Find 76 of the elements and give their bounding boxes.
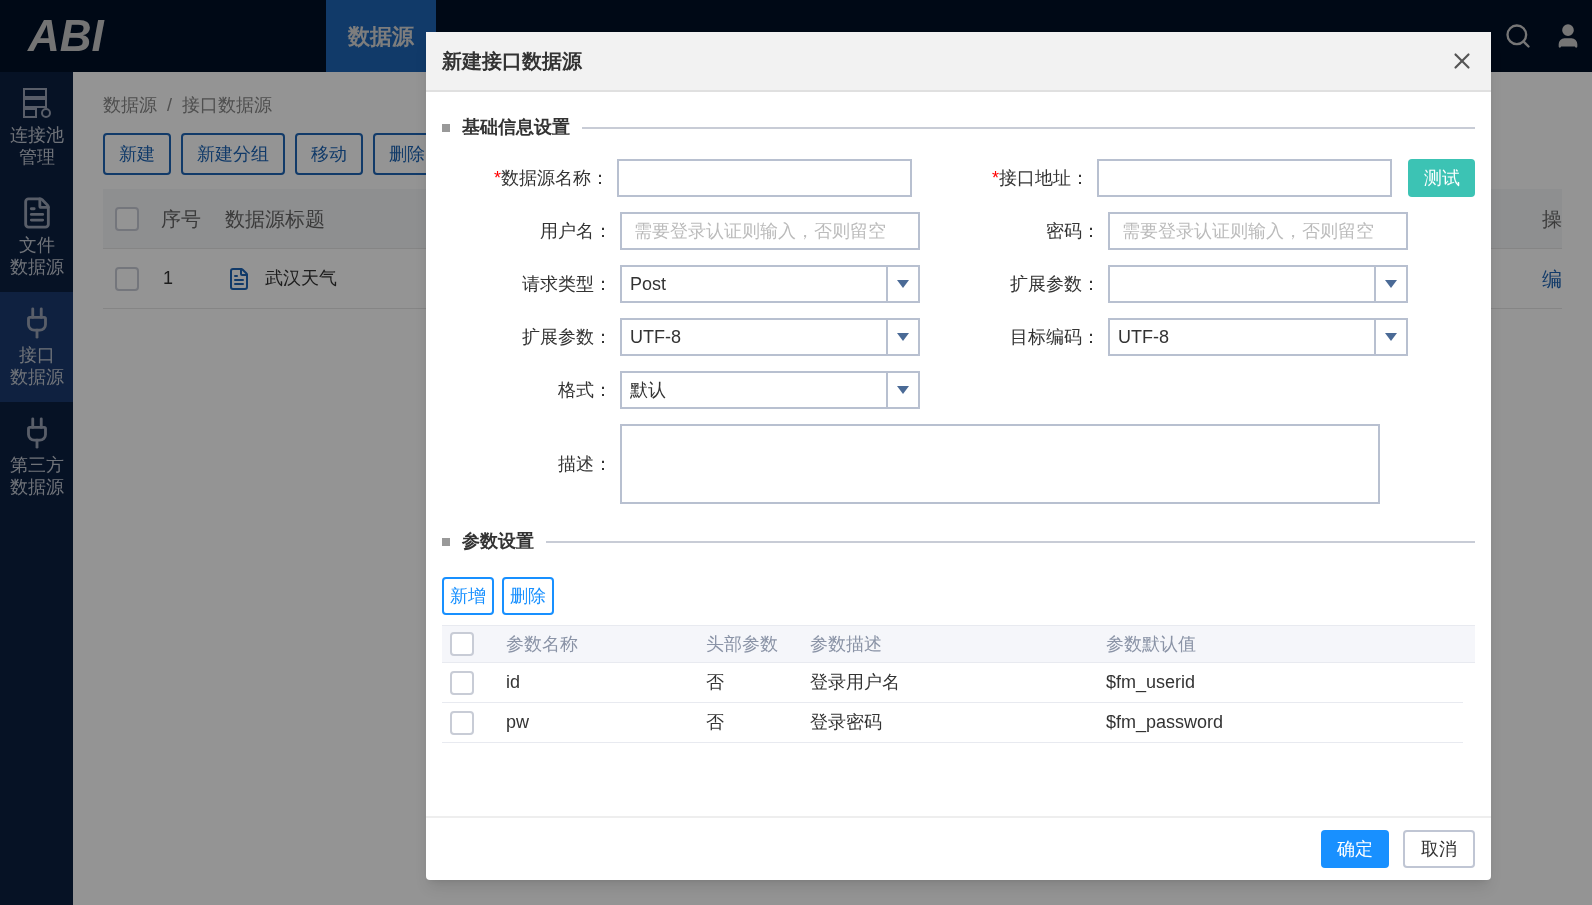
field-label: 目标编码：: [1010, 325, 1100, 349]
checkbox[interactable]: [450, 670, 474, 695]
test-button[interactable]: 测试: [1408, 159, 1475, 197]
dialog-title: 新建接口数据源: [442, 49, 583, 74]
sidebar-item[interactable]: 文件 数据源: [0, 182, 73, 292]
table-cell-text: id: [506, 671, 521, 694]
caret-icon: [897, 386, 909, 394]
section-title: 基础信息设置: [462, 116, 570, 139]
table-cell-text: 登录用户名: [810, 671, 901, 694]
field-label: 密码：: [1046, 219, 1100, 243]
table-cell-text: 武汉天气: [265, 267, 337, 290]
table-cell-text: $fm_password: [1106, 711, 1224, 735]
toolbar-button[interactable]: 新建分组: [181, 133, 285, 175]
column-header: 参数名称: [506, 632, 579, 656]
select-field[interactable]: UTF-8: [620, 318, 920, 356]
select-all-checkbox[interactable]: [115, 206, 139, 231]
checkbox[interactable]: [115, 266, 139, 291]
checkbox[interactable]: [450, 710, 474, 735]
section-square-icon: [442, 537, 450, 546]
confirm-button[interactable]: 确定: [1321, 830, 1389, 868]
sidebar-item[interactable]: 连接池 管理: [0, 72, 73, 182]
param-button[interactable]: 删除: [502, 577, 554, 615]
table-cell-text: 1: [163, 267, 174, 290]
table-cell-text: 登录密码: [810, 711, 883, 734]
field-label: 描述：: [558, 452, 612, 476]
table-cell-text: $fm_userid: [1106, 671, 1196, 695]
select-all-checkbox[interactable]: [450, 632, 474, 656]
breadcrumb-link[interactable]: 数据源: [103, 92, 157, 119]
param-button[interactable]: 新增: [442, 577, 494, 615]
input-field[interactable]: 需要登录认证则输入，否则留空: [1108, 212, 1408, 250]
column-header: 头部参数: [706, 632, 779, 656]
logo: ABI: [26, 10, 106, 62]
sidebar-item[interactable]: 接口 数据源: [0, 292, 73, 402]
sidebar-label: 第三方 数据源: [9, 454, 64, 498]
column-header: 参数默认值: [1106, 632, 1196, 656]
section-square-icon: [442, 123, 450, 132]
edit-link[interactable]: 编: [1542, 263, 1562, 294]
section-title: 参数设置: [462, 530, 534, 553]
input-field[interactable]: [1097, 159, 1393, 197]
field-label: *数据源名称：: [493, 166, 609, 190]
caret-icon: [897, 333, 909, 341]
breadcrumb-separator: /: [167, 94, 172, 117]
table-cell-text: 否: [706, 671, 725, 694]
sidebar-label: 文件 数据源: [9, 234, 64, 278]
caret-icon: [897, 280, 909, 288]
input-field[interactable]: [616, 159, 913, 197]
field-label: 用户名：: [540, 219, 612, 243]
breadcrumb-link[interactable]: 接口数据源: [182, 92, 272, 119]
sidebar-label: 接口 数据源: [9, 344, 64, 388]
column-header: 操: [1542, 206, 1562, 232]
table-cell-text: 否: [706, 711, 725, 734]
description-field[interactable]: [620, 424, 1380, 504]
field-label: 格式：: [558, 378, 612, 402]
search-icon[interactable]: [1504, 22, 1532, 50]
sidebar-label: 连接池 管理: [9, 124, 64, 168]
column-header: 数据源标题: [225, 206, 325, 232]
select-field[interactable]: UTF-8: [1108, 318, 1408, 356]
cancel-button[interactable]: 取消: [1403, 830, 1475, 868]
select-field[interactable]: 默认: [620, 371, 920, 409]
caret-icon: [1385, 280, 1397, 288]
field-label: 请求类型：: [522, 272, 612, 296]
select-field[interactable]: Post: [620, 265, 920, 303]
field-label: 扩展参数：: [522, 325, 612, 349]
input-field[interactable]: 需要登录认证则输入，否则留空: [620, 212, 920, 250]
sidebar-item[interactable]: 第三方 数据源: [0, 402, 73, 512]
file-icon: [227, 266, 251, 291]
table-cell-text: pw: [506, 711, 530, 734]
caret-icon: [1385, 333, 1397, 341]
toolbar-button[interactable]: 新建: [103, 133, 171, 175]
select-field[interactable]: [1108, 265, 1408, 303]
column-header: 序号: [161, 206, 201, 232]
column-header: 参数描述: [810, 632, 883, 656]
field-label: 扩展参数：: [1010, 272, 1100, 296]
toolbar-button[interactable]: 移动: [295, 133, 363, 175]
nav-tab[interactable]: 数据源: [326, 0, 436, 72]
field-label: *接口地址：: [992, 166, 1090, 190]
